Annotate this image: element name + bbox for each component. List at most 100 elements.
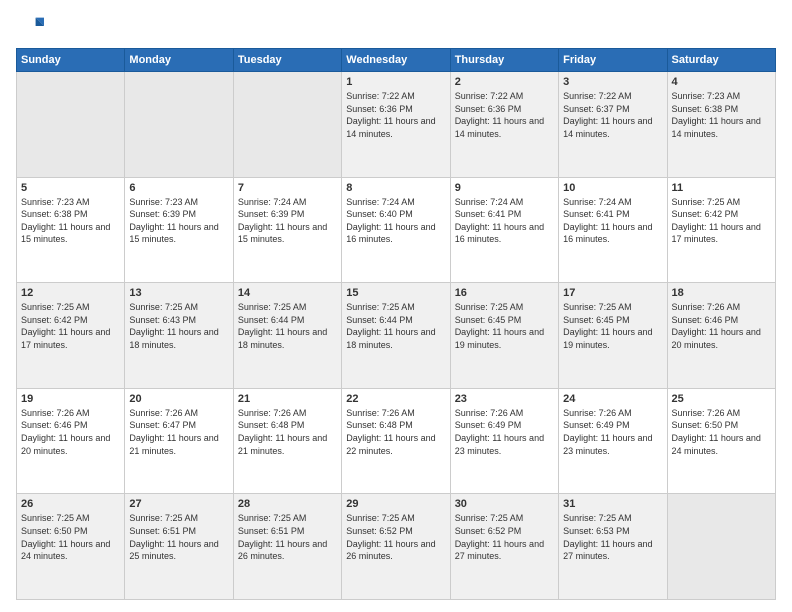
day-number: 8 (346, 182, 445, 194)
calendar-cell: 3 Sunrise: 7:22 AMSunset: 6:37 PMDaylight… (559, 72, 667, 178)
day-info: Sunrise: 7:24 AMSunset: 6:41 PMDaylight:… (455, 196, 554, 246)
day-number: 10 (563, 182, 662, 194)
day-number: 4 (672, 76, 771, 88)
calendar-cell: 26Sunrise: 7:25 AMSunset: 6:50 PMDayligh… (17, 494, 125, 600)
day-info: Sunrise: 7:25 AMSunset: 6:42 PMDaylight:… (21, 301, 120, 351)
day-info: Sunrise: 7:23 AMSunset: 6:38 PMDaylight:… (672, 90, 771, 140)
day-number: 19 (21, 393, 120, 405)
calendar-cell: 28Sunrise: 7:25 AMSunset: 6:51 PMDayligh… (233, 494, 341, 600)
day-number: 1 (346, 76, 445, 88)
calendar-cell: 7 Sunrise: 7:24 AMSunset: 6:39 PMDaylight… (233, 177, 341, 283)
calendar-cell: 18 Sunrise: 7:26 AMSunset: 6:46 PMDayligh… (667, 283, 775, 389)
calendar-cell (233, 72, 341, 178)
calendar-table: SundayMondayTuesdayWednesdayThursdayFrid… (16, 48, 776, 600)
day-number: 15 (346, 287, 445, 299)
day-info: Sunrise: 7:25 AMSunset: 6:44 PMDaylight:… (346, 301, 445, 351)
day-number: 23 (455, 393, 554, 405)
day-info: Sunrise: 7:24 AMSunset: 6:41 PMDaylight:… (563, 196, 662, 246)
day-number: 18 (672, 287, 771, 299)
day-info: Sunrise: 7:25 AMSunset: 6:45 PMDaylight:… (455, 301, 554, 351)
calendar-cell: 23 Sunrise: 7:26 AMSunset: 6:49 PMDayligh… (450, 388, 558, 494)
calendar-cell: 8 Sunrise: 7:24 AMSunset: 6:40 PMDaylight… (342, 177, 450, 283)
calendar-cell: 14 Sunrise: 7:25 AMSunset: 6:44 PMDayligh… (233, 283, 341, 389)
calendar-cell: 2 Sunrise: 7:22 AMSunset: 6:36 PMDaylight… (450, 72, 558, 178)
calendar-cell: 31Sunrise: 7:25 AMSunset: 6:53 PMDayligh… (559, 494, 667, 600)
calendar-cell: 12 Sunrise: 7:25 AMSunset: 6:42 PMDayligh… (17, 283, 125, 389)
day-number: 6 (129, 182, 228, 194)
day-info: Sunrise: 7:26 AMSunset: 6:48 PMDaylight:… (346, 407, 445, 457)
calendar-cell: 29 Sunrise: 7:25 AMSunset: 6:52 PMDayligh… (342, 494, 450, 600)
day-info: Sunrise: 7:24 AMSunset: 6:40 PMDaylight:… (346, 196, 445, 246)
weekday-header-wednesday: Wednesday (342, 49, 450, 72)
day-number: 21 (238, 393, 337, 405)
day-number: 14 (238, 287, 337, 299)
calendar-cell: 27Sunrise: 7:25 AMSunset: 6:51 PMDayligh… (125, 494, 233, 600)
logo-icon (16, 12, 44, 40)
day-number: 11 (672, 182, 771, 194)
day-info: Sunrise: 7:25 AMSunset: 6:52 PMDaylight:… (455, 512, 554, 562)
day-info: Sunrise: 7:26 AMSunset: 6:49 PMDaylight:… (563, 407, 662, 457)
day-number: 17 (563, 287, 662, 299)
calendar-cell (667, 494, 775, 600)
calendar-cell (17, 72, 125, 178)
day-number: 29 (346, 498, 445, 510)
day-info: Sunrise: 7:25 AMSunset: 6:45 PMDaylight:… (563, 301, 662, 351)
day-number: 25 (672, 393, 771, 405)
weekday-header-thursday: Thursday (450, 49, 558, 72)
calendar-cell: 5 Sunrise: 7:23 AMSunset: 6:38 PMDaylight… (17, 177, 125, 283)
day-number: 27 (129, 498, 228, 510)
day-number: 30 (455, 498, 554, 510)
day-info: Sunrise: 7:23 AMSunset: 6:38 PMDaylight:… (21, 196, 120, 246)
day-info: Sunrise: 7:26 AMSunset: 6:46 PMDaylight:… (21, 407, 120, 457)
day-info: Sunrise: 7:26 AMSunset: 6:48 PMDaylight:… (238, 407, 337, 457)
day-info: Sunrise: 7:22 AMSunset: 6:37 PMDaylight:… (563, 90, 662, 140)
day-number: 31 (563, 498, 662, 510)
calendar-cell: 1 Sunrise: 7:22 AMSunset: 6:36 PMDaylight… (342, 72, 450, 178)
day-info: Sunrise: 7:22 AMSunset: 6:36 PMDaylight:… (455, 90, 554, 140)
calendar-cell: 22Sunrise: 7:26 AMSunset: 6:48 PMDayligh… (342, 388, 450, 494)
day-number: 24 (563, 393, 662, 405)
weekday-header-sunday: Sunday (17, 49, 125, 72)
calendar-cell: 11 Sunrise: 7:25 AMSunset: 6:42 PMDayligh… (667, 177, 775, 283)
weekday-header-friday: Friday (559, 49, 667, 72)
calendar-cell: 4 Sunrise: 7:23 AMSunset: 6:38 PMDaylight… (667, 72, 775, 178)
day-number: 12 (21, 287, 120, 299)
day-info: Sunrise: 7:25 AMSunset: 6:42 PMDaylight:… (672, 196, 771, 246)
day-info: Sunrise: 7:25 AMSunset: 6:43 PMDaylight:… (129, 301, 228, 351)
calendar-cell: 6 Sunrise: 7:23 AMSunset: 6:39 PMDaylight… (125, 177, 233, 283)
day-number: 16 (455, 287, 554, 299)
calendar-cell: 15 Sunrise: 7:25 AMSunset: 6:44 PMDayligh… (342, 283, 450, 389)
header (16, 12, 776, 40)
day-number: 28 (238, 498, 337, 510)
day-number: 13 (129, 287, 228, 299)
day-info: Sunrise: 7:26 AMSunset: 6:49 PMDaylight:… (455, 407, 554, 457)
day-number: 7 (238, 182, 337, 194)
calendar-cell: 19 Sunrise: 7:26 AMSunset: 6:46 PMDayligh… (17, 388, 125, 494)
day-info: Sunrise: 7:26 AMSunset: 6:46 PMDaylight:… (672, 301, 771, 351)
day-info: Sunrise: 7:23 AMSunset: 6:39 PMDaylight:… (129, 196, 228, 246)
day-info: Sunrise: 7:25 AMSunset: 6:44 PMDaylight:… (238, 301, 337, 351)
calendar-cell: 20Sunrise: 7:26 AMSunset: 6:47 PMDayligh… (125, 388, 233, 494)
day-number: 3 (563, 76, 662, 88)
day-number: 20 (129, 393, 228, 405)
calendar-cell: 24 Sunrise: 7:26 AMSunset: 6:49 PMDayligh… (559, 388, 667, 494)
day-info: Sunrise: 7:22 AMSunset: 6:36 PMDaylight:… (346, 90, 445, 140)
day-number: 2 (455, 76, 554, 88)
day-number: 5 (21, 182, 120, 194)
day-info: Sunrise: 7:25 AMSunset: 6:50 PMDaylight:… (21, 512, 120, 562)
calendar-cell: 16 Sunrise: 7:25 AMSunset: 6:45 PMDayligh… (450, 283, 558, 389)
day-info: Sunrise: 7:25 AMSunset: 6:52 PMDaylight:… (346, 512, 445, 562)
weekday-header-tuesday: Tuesday (233, 49, 341, 72)
calendar-cell: 17 Sunrise: 7:25 AMSunset: 6:45 PMDayligh… (559, 283, 667, 389)
page: SundayMondayTuesdayWednesdayThursdayFrid… (0, 0, 792, 612)
logo (16, 12, 48, 40)
calendar-cell: 10 Sunrise: 7:24 AMSunset: 6:41 PMDayligh… (559, 177, 667, 283)
calendar-cell: 25 Sunrise: 7:26 AMSunset: 6:50 PMDayligh… (667, 388, 775, 494)
weekday-header-saturday: Saturday (667, 49, 775, 72)
day-info: Sunrise: 7:26 AMSunset: 6:50 PMDaylight:… (672, 407, 771, 457)
day-number: 9 (455, 182, 554, 194)
calendar-cell: 30 Sunrise: 7:25 AMSunset: 6:52 PMDayligh… (450, 494, 558, 600)
calendar-cell (125, 72, 233, 178)
calendar-cell: 21 Sunrise: 7:26 AMSunset: 6:48 PMDayligh… (233, 388, 341, 494)
day-info: Sunrise: 7:24 AMSunset: 6:39 PMDaylight:… (238, 196, 337, 246)
